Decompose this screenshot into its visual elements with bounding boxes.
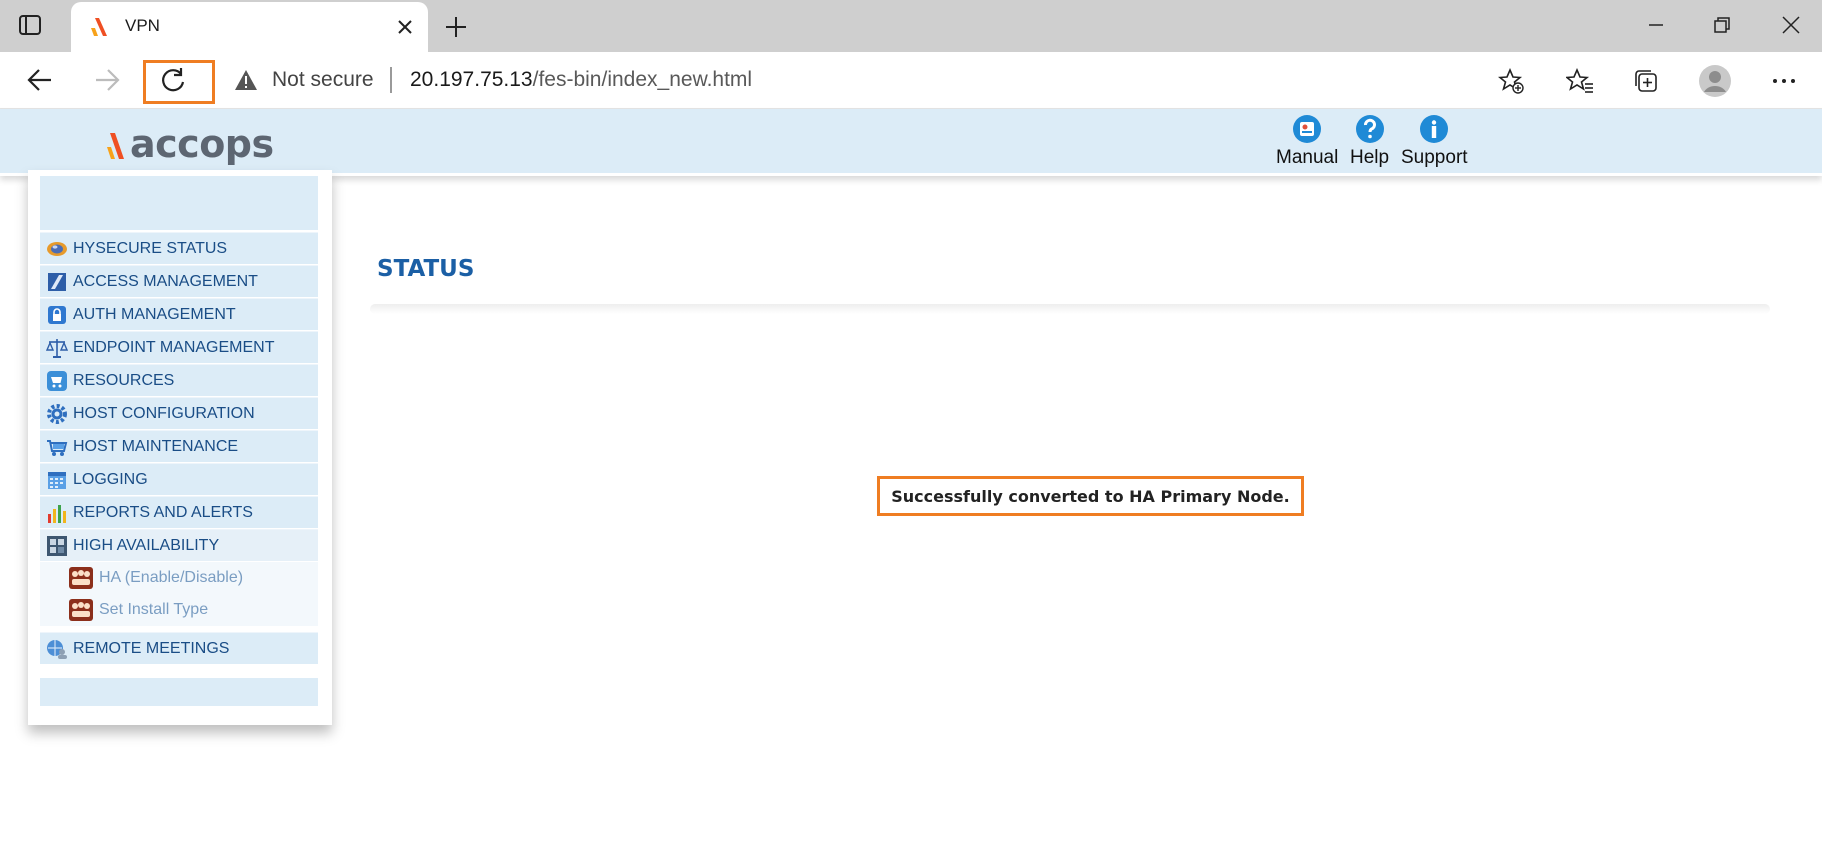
cart-icon — [47, 370, 67, 391]
sidebar-subitem-ha-enable-disable[interactable]: HA (Enable/Disable) — [40, 562, 318, 594]
sidebar-item-label: RESOURCES — [73, 371, 175, 389]
sidebar-item-access-management[interactable]: ACCESS MANAGEMENT — [40, 265, 318, 298]
sidebar-item-high-availability[interactable]: HIGH AVAILABILITY — [40, 529, 318, 562]
new-tab-icon[interactable] — [441, 12, 471, 42]
status-icon — [47, 241, 67, 256]
accops-favicon-icon — [89, 16, 111, 38]
close-tab-icon[interactable] — [392, 14, 418, 40]
group-icon — [69, 567, 93, 589]
access-icon — [48, 272, 66, 291]
info-icon — [1420, 115, 1449, 143]
support-link[interactable]: Support — [1401, 114, 1468, 169]
sidebar-item-reports-and-alerts[interactable]: REPORTS AND ALERTS — [40, 496, 318, 529]
minimize-icon[interactable] — [1636, 10, 1676, 40]
sidebar-item-label: AUTH MANAGEMENT — [73, 305, 236, 323]
address-separator — [390, 67, 392, 93]
sidebar-subitem-set-install-type[interactable]: Set Install Type — [40, 594, 318, 626]
sidebar-item-endpoint-management[interactable]: ENDPOINT MANAGEMENT — [40, 331, 318, 364]
sidebar-menu: HYSECURE STATUS ACCESS MANAGEMENT AUTH M… — [40, 232, 318, 665]
add-favorite-icon[interactable] — [1497, 67, 1524, 98]
more-options-icon[interactable] — [1764, 62, 1804, 100]
warning-icon[interactable] — [234, 69, 258, 95]
page-title: STATUS — [377, 256, 475, 282]
group-icon — [69, 599, 93, 621]
sidebar-item-hysecure-status[interactable]: HYSECURE STATUS — [40, 232, 318, 265]
help-icon — [1355, 115, 1384, 143]
forward-icon[interactable] — [87, 62, 127, 98]
sidebar-item-label: LOGGING — [73, 470, 148, 488]
calendar-icon — [48, 471, 66, 489]
sidebar-item-host-configuration[interactable]: HOST CONFIGURATION — [40, 397, 318, 430]
url-host: 20.197.75.13 — [410, 68, 533, 91]
accops-logo[interactable]: accops — [106, 122, 274, 166]
manual-icon — [1293, 115, 1322, 143]
support-label: Support — [1401, 147, 1468, 168]
logo-text: accops — [130, 122, 274, 166]
globe-people-icon — [47, 639, 67, 659]
sidebar-subitem-label: HA (Enable/Disable) — [99, 569, 244, 586]
gear-icon — [47, 403, 67, 424]
accops-logo-mark-icon — [107, 133, 124, 159]
sidebar-item-label: ENDPOINT MANAGEMENT — [73, 338, 275, 356]
tab-title: VPN — [125, 16, 160, 35]
network-icon — [47, 535, 67, 556]
profile-avatar-icon[interactable] — [1695, 62, 1735, 100]
browser-toolbar: Not secure 20.197.75.13/fes-bin/index_ne… — [0, 52, 1822, 109]
sidebar-item-resources[interactable]: RESOURCES — [40, 364, 318, 397]
sidebar-item-logging[interactable]: LOGGING — [40, 463, 318, 496]
sidebar-item-label: HOST CONFIGURATION — [73, 404, 255, 422]
sidebar-footer-space — [40, 678, 318, 706]
status-message-box: Successfully converted to HA Primary Nod… — [877, 476, 1304, 516]
maintenance-icon — [47, 439, 68, 456]
favorites-icon[interactable] — [1560, 62, 1600, 100]
refresh-icon[interactable] — [153, 62, 193, 98]
scale-icon — [46, 338, 68, 358]
lock-icon — [48, 305, 66, 324]
sidebar-item-host-maintenance[interactable]: HOST MAINTENANCE — [40, 430, 318, 463]
manual-link[interactable]: Manual — [1276, 114, 1338, 169]
status-message: Successfully converted to HA Primary Nod… — [891, 486, 1290, 506]
app-header: accops Manual Help Support — [0, 109, 1822, 176]
manual-label: Manual — [1276, 147, 1339, 168]
restore-icon[interactable] — [1702, 10, 1742, 40]
sidebar-item-remote-meetings[interactable]: REMOTE MEETINGS — [40, 632, 318, 665]
sidebar-subitem-label: Set Install Type — [99, 601, 209, 618]
url-path: /fes-bin/index_new.html — [532, 68, 753, 91]
security-label[interactable]: Not secure — [272, 68, 374, 92]
help-label: Help — [1350, 147, 1390, 168]
browser-tab-bar: VPN — [0, 0, 1822, 52]
sidebar-header-space — [40, 176, 318, 230]
address-bar[interactable]: Not secure 20.197.75.13/fes-bin/index_ne… — [222, 56, 1538, 104]
sidebar-item-label: ACCESS MANAGEMENT — [73, 272, 258, 290]
collections-icon[interactable] — [1626, 62, 1666, 100]
back-icon[interactable] — [20, 62, 60, 98]
sidebar-item-label: REPORTS AND ALERTS — [73, 503, 253, 521]
sidebar-item-label: HOST MAINTENANCE — [73, 437, 239, 455]
bar-chart-icon — [48, 504, 66, 523]
sidebar-item-auth-management[interactable]: AUTH MANAGEMENT — [40, 298, 318, 331]
sidebar-item-label: REMOTE MEETINGS — [73, 639, 230, 657]
tab-actions-icon[interactable] — [18, 14, 42, 36]
url-text[interactable]: 20.197.75.13/fes-bin/index_new.html — [410, 68, 752, 92]
close-window-icon[interactable] — [1771, 10, 1811, 40]
sidebar-item-label: HIGH AVAILABILITY — [73, 536, 220, 554]
sidebar-item-label: HYSECURE STATUS — [73, 239, 228, 257]
help-link[interactable]: Help — [1350, 114, 1389, 169]
title-divider — [370, 304, 1770, 314]
browser-tab[interactable]: VPN — [71, 2, 428, 52]
